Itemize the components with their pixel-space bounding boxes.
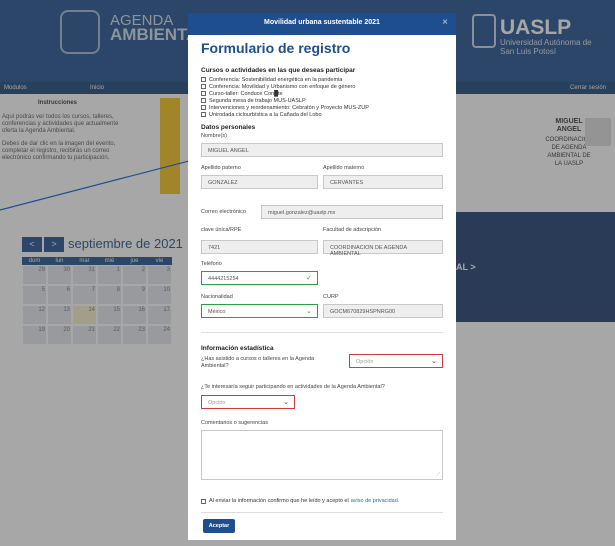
email-field[interactable]: miguel.gonzalez@uaslp.mx [261,205,443,219]
course-label: Intervenciones y reordenamiento: Cebrató… [209,104,369,111]
course-checkbox-row[interactable]: Conferencia: Sostenibilidad energética e… [201,76,342,83]
chevron-down-icon: ⌄ [431,358,437,365]
select-placeholder: Opción [356,359,374,365]
course-label: Conferencia: Sostenibilidad energética e… [209,76,343,83]
course-checkbox-row[interactable]: Curso-taller: Conduce Con█te [201,90,283,97]
name-field[interactable]: MIGUEL ANGEL [201,143,443,157]
checkbox[interactable] [201,91,206,96]
question-attended-label: ¿Has asistido a cursos o talleres en la … [201,356,315,369]
course-label: Conferencia: Movilidad y Urbanismo con e… [209,83,356,90]
curp-field[interactable]: GOCM670829HSPNRG00 [323,304,443,318]
chevron-down-icon: ⌄ [283,399,289,406]
checkbox[interactable] [201,77,206,82]
checkbox[interactable] [201,105,206,110]
divider [201,332,443,333]
stats-section-title: Información estadística [201,345,274,352]
nationality-label: Nacionalidad [201,294,233,300]
id-label: clave única/RPE [201,227,242,233]
paternal-surname-label: Apellido paterno [201,165,241,171]
paternal-surname-field[interactable]: GONZALEZ [201,175,318,189]
chevron-down-icon: ⌄ [306,308,312,315]
phone-value: 4444215254 [208,276,239,282]
course-label: Segunda mesa de trabajo MUS-UASLP [209,97,306,104]
question-continue-label: ¿Te interesaría seguir participando en a… [201,384,385,390]
course-checkbox-row[interactable]: Intervenciones y reordenamiento: Cebrató… [201,104,369,111]
checkbox[interactable] [201,112,206,117]
faculty-field[interactable]: COORDINACION DE AGENDA AMBIENTAL [323,240,443,257]
question-continue-select[interactable]: Opción ⌄ [201,395,295,409]
course-label: Curso-taller: Conduce Con█te [209,90,283,97]
course-checkbox-row[interactable]: Unirodada ciclourbística a la Cañada del… [201,111,322,118]
maternal-surname-label: Apellido materno [323,165,365,171]
phone-field[interactable]: 4444215254 ✓ [201,271,318,285]
course-checkbox-row[interactable]: Segunda mesa de trabajo MUS-UASLP [201,97,306,104]
email-label: Correo electrónico [201,209,246,215]
faculty-label: Facultad de adscripción [323,227,382,233]
modal-title: Movilidad urbana sustentable 2021 [264,19,380,26]
nationality-value: México [208,309,226,315]
select-placeholder: Opción [208,400,226,406]
comments-textarea[interactable]: ⟋ [201,430,443,480]
privacy-row: Al enviar la información confirmo que he… [201,498,399,504]
checkbox[interactable] [201,98,206,103]
name-label: Nombre(s) [201,133,227,139]
course-label: Unirodada ciclourbística a la Cañada del… [209,111,322,118]
registration-modal: Movilidad urbana sustentable 2021 × Form… [188,13,456,540]
checkmark-icon: ✓ [306,275,312,282]
nationality-select[interactable]: México ⌄ [201,304,318,318]
curp-label: CURP [323,294,339,300]
accept-button[interactable]: Aceptar [203,519,235,533]
privacy-text: Al enviar la información confirmo que he… [209,498,349,504]
maternal-surname-field[interactable]: CERVANTES [323,175,443,189]
comments-label: Comentarios o sugerencias [201,420,268,426]
divider [201,512,443,513]
phone-label: Teléfono [201,261,222,267]
checkbox[interactable] [201,84,206,89]
modal-header: Movilidad urbana sustentable 2021 × [188,13,456,35]
form-title: Formulario de registro [201,40,351,56]
resize-handle-icon[interactable]: ⟋ [436,472,440,478]
course-checkbox-row[interactable]: Conferencia: Movilidad y Urbanismo con e… [201,83,355,90]
close-icon[interactable]: × [442,17,448,28]
privacy-link[interactable]: aviso de privacidad. [351,498,400,504]
question-attended-select[interactable]: Opción ⌄ [349,354,443,368]
id-field[interactable]: 7421 [201,240,318,254]
personal-section-title: Datos personales [201,124,256,131]
courses-section-title: Cursos o actividades en las que deseas p… [201,67,356,74]
privacy-checkbox[interactable] [201,498,206,504]
